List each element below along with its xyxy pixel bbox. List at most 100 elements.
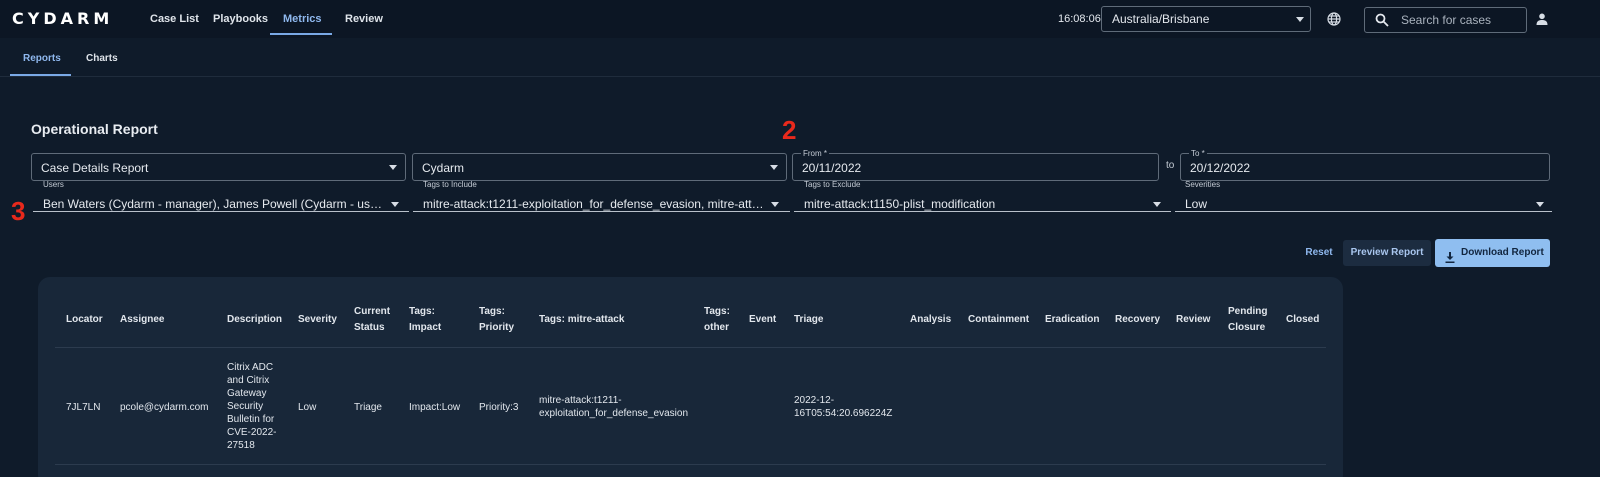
chevron-down-icon [391, 202, 399, 207]
download-report-button[interactable]: Download Report [1435, 239, 1550, 267]
tab-charts[interactable]: Charts [86, 38, 118, 76]
col-pending-closure-l1: Pending [1228, 306, 1268, 317]
col-analysis[interactable]: Analysis [910, 312, 951, 328]
chevron-down-icon [1536, 202, 1544, 207]
col-locator[interactable]: Locator [66, 312, 103, 328]
tags-exclude-label: Tags to Exclude [804, 180, 861, 189]
tags-include-value: mitre-attack:t1211-exploitation_for_defe… [423, 197, 765, 211]
report-type-select[interactable]: Case Details Report [31, 153, 406, 181]
users-value: Ben Waters (Cydarm - manager), James Pow… [43, 197, 385, 211]
cell-assignee: pcole@cydarm.com [120, 402, 209, 413]
chevron-down-icon [1296, 17, 1304, 22]
col-pending-closure[interactable]: Pending Closure [1228, 304, 1267, 336]
col-current-status-l2: Status [354, 322, 385, 333]
chevron-down-icon [389, 165, 397, 170]
tags-exclude-select[interactable]: Tags to Exclude mitre-attack:t1150-plist… [794, 180, 1171, 212]
to-date-value: 20/12/2022 [1190, 161, 1251, 175]
col-pending-closure-l2: Closure [1228, 322, 1266, 333]
col-tags-priority[interactable]: Tags: Priority [479, 304, 514, 336]
annotation-2: 2 [782, 115, 797, 145]
col-assignee[interactable]: Assignee [120, 312, 164, 328]
description-line: and Citrix [227, 375, 270, 386]
cell-severity: Low [298, 402, 317, 413]
cell-priority: Priority:3 [479, 402, 519, 413]
severities-select[interactable]: Severities Low [1175, 180, 1552, 212]
cell-description: Citrix ADC and Citrix Gateway Security B… [227, 361, 276, 452]
users-select[interactable]: Users Ben Waters (Cydarm - manager), Jam… [33, 180, 409, 212]
cell-triage: 2022-12- 16T05:54:20.696224Z [794, 394, 892, 420]
clock: 16:08:06 [1058, 13, 1101, 25]
col-containment[interactable]: Containment [968, 312, 1029, 328]
col-description[interactable]: Description [227, 312, 282, 328]
reset-button[interactable]: Reset [1296, 240, 1342, 266]
date-range-separator: to [1166, 160, 1175, 171]
cell-status: Triage [354, 402, 382, 413]
col-tags-priority-l2: Priority [479, 322, 515, 333]
metrics-subtabs: Reports Charts [0, 38, 1600, 77]
cell-mitre: mitre-attack:t1211- exploitation_for_def… [539, 394, 688, 420]
col-triage[interactable]: Triage [794, 312, 823, 328]
cell-impact: Impact:Low [409, 402, 461, 413]
tags-include-select[interactable]: Tags to Include mitre-attack:t1211-explo… [413, 180, 790, 212]
search-input[interactable] [1401, 12, 1519, 28]
col-tags-impact-l2: Impact [409, 322, 442, 333]
from-date-label: From * [801, 149, 829, 158]
table-row-divider [55, 464, 1326, 465]
col-current-status[interactable]: Current Status [354, 304, 390, 336]
logo-text: CYDARM [12, 10, 113, 26]
triage-line: 16T05:54:20.696224Z [794, 408, 893, 419]
col-closed[interactable]: Closed [1286, 312, 1319, 328]
search-icon [1375, 13, 1389, 30]
cell-locator[interactable]: 7JL7LN [66, 401, 100, 414]
mitre-line: mitre-attack:t1211- [539, 395, 622, 406]
organisation-value: Cydarm [422, 161, 465, 175]
col-review[interactable]: Review [1176, 312, 1210, 328]
users-label: Users [43, 180, 64, 189]
nav-playbooks[interactable]: Playbooks [213, 0, 268, 38]
tab-reports[interactable]: Reports [23, 38, 61, 76]
description-line: Bulletin for [227, 414, 275, 425]
preview-report-button[interactable]: Preview Report [1343, 240, 1431, 266]
severities-label: Severities [1185, 180, 1221, 189]
to-date-field[interactable]: To * 20/12/2022 [1180, 149, 1550, 181]
mitre-line: exploitation_for_defense_evasion [539, 408, 688, 419]
col-tags-mitre[interactable]: Tags: mitre-attack [539, 312, 624, 328]
nav-case-list[interactable]: Case List [150, 0, 199, 38]
description-line: 27518 [227, 440, 255, 451]
triage-line: 2022-12- [794, 395, 835, 406]
col-recovery[interactable]: Recovery [1115, 312, 1160, 328]
download-report-label: Download Report [1461, 247, 1544, 258]
description-line: CVE-2022- [227, 427, 277, 438]
globe-icon[interactable] [1327, 12, 1341, 29]
top-nav-bar: CYDARM Case List Playbooks Metrics Revie… [0, 0, 1600, 38]
chevron-down-icon [1153, 202, 1161, 207]
severities-value: Low [1185, 197, 1208, 211]
col-tags-other[interactable]: Tags: other [704, 304, 730, 336]
col-tags-other-l1: Tags: [704, 306, 730, 317]
download-icon [1445, 247, 1455, 275]
col-severity[interactable]: Severity [298, 312, 337, 328]
col-tags-other-l2: other [704, 322, 729, 333]
report-type-value: Case Details Report [41, 161, 149, 175]
col-tags-priority-l1: Tags: [479, 306, 505, 317]
description-line: Security [227, 401, 264, 412]
chevron-down-icon [771, 202, 779, 207]
tags-include-label: Tags to Include [423, 180, 477, 189]
nav-review[interactable]: Review [345, 0, 383, 38]
nav-active-indicator [270, 33, 332, 35]
cydarm-logo[interactable]: CYDARM [12, 10, 124, 26]
organisation-select[interactable]: Cydarm [412, 153, 787, 181]
tab-active-indicator [10, 74, 71, 76]
page-title: Operational Report [31, 121, 158, 137]
from-date-value: 20/11/2022 [802, 161, 862, 175]
from-date-field[interactable]: From * 20/11/2022 [792, 149, 1159, 181]
user-icon[interactable] [1536, 13, 1548, 28]
col-eradication[interactable]: Eradication [1045, 312, 1099, 328]
col-tags-impact[interactable]: Tags: Impact [409, 304, 441, 336]
description-line: Citrix ADC [227, 362, 274, 373]
case-search[interactable] [1364, 7, 1527, 33]
col-event[interactable]: Event [749, 312, 776, 328]
col-current-status-l1: Current [354, 306, 391, 317]
tags-exclude-value: mitre-attack:t1150-plist_modification [804, 197, 996, 211]
timezone-select[interactable]: Australia/Brisbane [1101, 6, 1311, 32]
